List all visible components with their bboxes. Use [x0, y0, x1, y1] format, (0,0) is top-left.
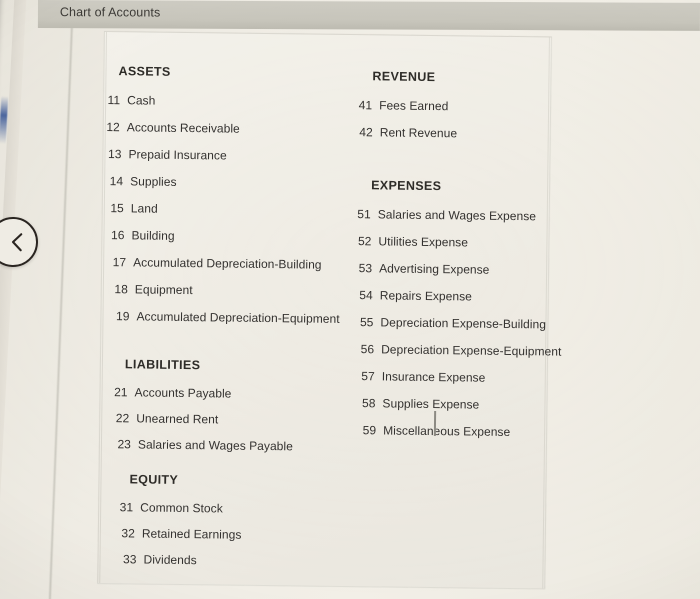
- text-cursor: [433, 410, 437, 437]
- account-row[interactable]: 14 Supplies: [103, 174, 353, 191]
- account-row[interactable]: 41 Fees Earned: [352, 98, 552, 114]
- account-name: Equipment: [134, 282, 193, 298]
- account-number: 54: [359, 288, 373, 303]
- account-group-revenue: REVENUE 41 Fees Earned 42 Rent Revenue: [352, 69, 553, 141]
- account-number: 15: [110, 201, 124, 216]
- account-name: Fees Earned: [379, 98, 449, 114]
- account-row[interactable]: 52 Utilities Expense: [351, 234, 550, 250]
- account-name: Land: [130, 201, 158, 216]
- account-row[interactable]: 53 Advertising Expense: [352, 261, 550, 277]
- account-row[interactable]: 19 Accumulated Depreciation-Equipment: [109, 309, 351, 326]
- account-row[interactable]: 56 Depreciation Expense-Equipment: [354, 342, 562, 358]
- account-name: Dividends: [143, 552, 197, 568]
- account-name: Supplies: [130, 174, 177, 189]
- screenshot-scene: Chart of Accounts ASSETS 11 Cash 12 Acco…: [0, 0, 700, 599]
- account-row[interactable]: 18 Equipment: [108, 282, 352, 299]
- account-row[interactable]: 17 Accumulated Depreciation-Building: [106, 255, 352, 272]
- account-row[interactable]: 13 Prepaid Insurance: [101, 147, 353, 164]
- account-number: 22: [115, 411, 130, 426]
- account-number: 31: [119, 500, 134, 515]
- account-row[interactable]: 57 Insurance Expense: [355, 369, 549, 385]
- account-number: 57: [361, 369, 375, 384]
- account-name: Accounts Receivable: [126, 120, 240, 136]
- account-name: Supplies Expense: [382, 396, 480, 412]
- accounts-column-right: REVENUE 41 Fees Earned 42 Rent Revenue E…: [353, 35, 561, 439]
- group-heading-liabilities: LIABILITIES: [124, 357, 201, 373]
- account-number: 59: [362, 423, 377, 438]
- account-row[interactable]: 16 Building: [104, 228, 352, 245]
- account-name: Rent Revenue: [379, 125, 458, 141]
- account-number: 56: [360, 342, 375, 357]
- account-name: Building: [131, 228, 175, 243]
- account-number: 32: [121, 526, 135, 541]
- account-row[interactable]: 58 Supplies Expense: [355, 396, 548, 412]
- account-number: 16: [110, 228, 125, 243]
- account-group-assets: ASSETS 11 Cash 12 Accounts Receivable 13…: [101, 64, 354, 326]
- account-name: Miscellaneous Expense: [383, 423, 511, 439]
- account-row[interactable]: 54 Repairs Expense: [353, 288, 550, 304]
- account-number: 19: [115, 309, 130, 324]
- account-number: 55: [359, 315, 374, 330]
- account-number: 21: [114, 385, 128, 400]
- account-number: 52: [357, 234, 372, 249]
- account-row[interactable]: 51 Salaries and Wages Expense: [351, 207, 551, 223]
- account-name: Unearned Rent: [136, 411, 219, 427]
- account-number: 58: [361, 396, 376, 411]
- account-row[interactable]: 23 Salaries and Wages Payable: [111, 437, 350, 454]
- group-heading-revenue: REVENUE: [372, 69, 436, 85]
- account-row[interactable]: 12 Accounts Receivable: [100, 120, 354, 137]
- account-number: 42: [359, 125, 373, 140]
- account-number: 33: [123, 552, 137, 567]
- account-name: Prepaid Insurance: [128, 147, 227, 163]
- account-number: 18: [114, 282, 128, 297]
- account-number: 12: [106, 120, 120, 135]
- account-row[interactable]: 31 Common Stock: [113, 500, 349, 517]
- account-group-liabilities: LIABILITIES 21 Accounts Payable 22 Unear…: [100, 357, 351, 454]
- account-row[interactable]: 21 Accounts Payable: [108, 385, 351, 402]
- account-name: Salaries and Wages Expense: [377, 207, 537, 224]
- account-row[interactable]: 33 Dividends: [116, 552, 348, 569]
- account-row[interactable]: 32 Retained Earnings: [115, 526, 349, 543]
- account-number: 13: [107, 147, 122, 162]
- account-group-equity: EQUITY 31 Common Stock 32 Retained Earni…: [98, 472, 349, 569]
- account-name: Common Stock: [140, 500, 223, 516]
- account-row[interactable]: 22 Unearned Rent: [109, 411, 350, 428]
- account-name: Salaries and Wages Payable: [137, 437, 293, 454]
- group-heading-equity: EQUITY: [129, 472, 179, 487]
- account-group-expenses: EXPENSES 51 Salaries and Wages Expense 5…: [348, 178, 562, 439]
- account-name: Depreciation Expense-Building: [380, 315, 547, 332]
- account-name: Accumulated Depreciation-Building: [133, 255, 322, 272]
- account-number: 53: [358, 261, 373, 276]
- account-name: Advertising Expense: [379, 261, 490, 277]
- page-title: Chart of Accounts: [59, 5, 161, 20]
- account-name: Accumulated Depreciation-Equipment: [136, 309, 340, 326]
- account-number: 14: [109, 174, 124, 189]
- account-name: Repairs Expense: [379, 288, 473, 304]
- account-row[interactable]: 55 Depreciation Expense-Building: [353, 315, 549, 331]
- chart-of-accounts-card: ASSETS 11 Cash 12 Accounts Receivable 13…: [97, 31, 561, 590]
- account-number: 41: [358, 98, 373, 113]
- account-name: Insurance Expense: [381, 369, 486, 385]
- group-heading-expenses: EXPENSES: [371, 178, 442, 194]
- account-number: 17: [112, 255, 127, 270]
- account-row[interactable]: 11 Cash: [100, 93, 354, 110]
- chart-of-accounts-content: ASSETS 11 Cash 12 Accounts Receivable 13…: [98, 32, 561, 589]
- account-name: Depreciation Expense-Equipment: [381, 342, 562, 359]
- account-number: 11: [107, 93, 121, 108]
- group-heading-assets: ASSETS: [118, 64, 171, 79]
- account-name: Retained Earnings: [141, 526, 242, 542]
- account-name: Accounts Payable: [134, 385, 232, 401]
- account-name: Utilities Expense: [378, 234, 469, 250]
- account-number: 51: [357, 207, 371, 222]
- account-row[interactable]: 59 Miscellaneous Expense: [356, 423, 548, 439]
- account-row[interactable]: 42 Rent Revenue: [353, 125, 552, 141]
- account-number: 23: [117, 437, 132, 452]
- account-name: Cash: [127, 93, 156, 108]
- window-titlebar: Chart of Accounts: [37, 0, 700, 31]
- chevron-left-icon: [1, 231, 26, 254]
- account-row[interactable]: 15 Land: [104, 201, 353, 218]
